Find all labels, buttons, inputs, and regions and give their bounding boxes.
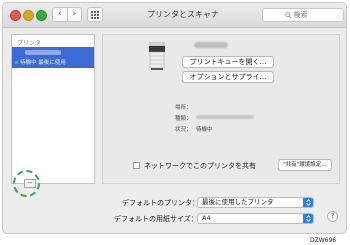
default-printer-select[interactable]: 最後に使用したプリンタ (197, 197, 314, 208)
printer-icon (149, 42, 165, 70)
chevron-updown-icon (303, 214, 313, 223)
default-paper-label: デフォルトの用紙サイズ： (114, 215, 198, 223)
grid-icon (91, 10, 99, 19)
search-icon (284, 11, 292, 19)
share-printer-checkbox[interactable] (133, 162, 140, 169)
window-title: プリンタとスキャナ (147, 10, 219, 19)
title-bar: ‹ › プリンタとスキャナ (3, 3, 346, 28)
location-label: 場所： (175, 105, 192, 111)
share-printer-label: ネットワークでこのプリンタを共有 (144, 162, 256, 170)
options-supplies-button[interactable]: オプションとサプライ… (182, 71, 274, 83)
printer-list-header: プリンタ (17, 40, 42, 47)
printer-status-text: 待機中 最後に使用 (20, 60, 66, 66)
search-input[interactable] (293, 11, 322, 19)
kind-label: 種類： (175, 116, 192, 122)
default-printer-label: デフォルトのプリンタ： (122, 199, 199, 207)
callout-highlight-ring (13, 170, 40, 197)
chevron-updown-icon (303, 198, 313, 207)
printer-status: 待機中 最後に使用 (15, 58, 66, 66)
figure-id: DZW696 (310, 237, 337, 244)
default-paper-select[interactable]: A4 (197, 213, 314, 224)
status-label: 状況： (175, 127, 192, 133)
back-arrow-icon[interactable]: ‹ (53, 8, 67, 21)
status-dot-icon (15, 61, 18, 64)
help-icon[interactable]: ? (327, 211, 338, 222)
sharing-preferences-button[interactable]: "共有"環境設定… (278, 159, 332, 171)
search-field[interactable] (262, 8, 344, 22)
nav-back-forward: ‹ › (52, 7, 82, 22)
printer-list-item[interactable]: 待機中 最後に使用 (12, 47, 94, 68)
forward-arrow-icon[interactable]: › (66, 8, 82, 21)
printer-title-redacted (194, 42, 228, 48)
close-traffic-light[interactable] (10, 10, 21, 21)
printer-list: プリンタ 待機中 最後に使用 (11, 34, 95, 184)
default-printer-value: 最後に使用したプリンタ (202, 198, 274, 206)
status-value: 待機中 (196, 127, 213, 133)
printer-name-redacted (25, 50, 61, 55)
kind-value-redacted (196, 115, 254, 119)
minimize-traffic-light[interactable] (23, 10, 34, 21)
show-all-button[interactable] (87, 7, 103, 22)
open-print-queue-button[interactable]: プリントキューを開く… (182, 56, 274, 68)
default-paper-value: A4 (202, 214, 211, 222)
zoom-traffic-light[interactable] (36, 10, 47, 21)
